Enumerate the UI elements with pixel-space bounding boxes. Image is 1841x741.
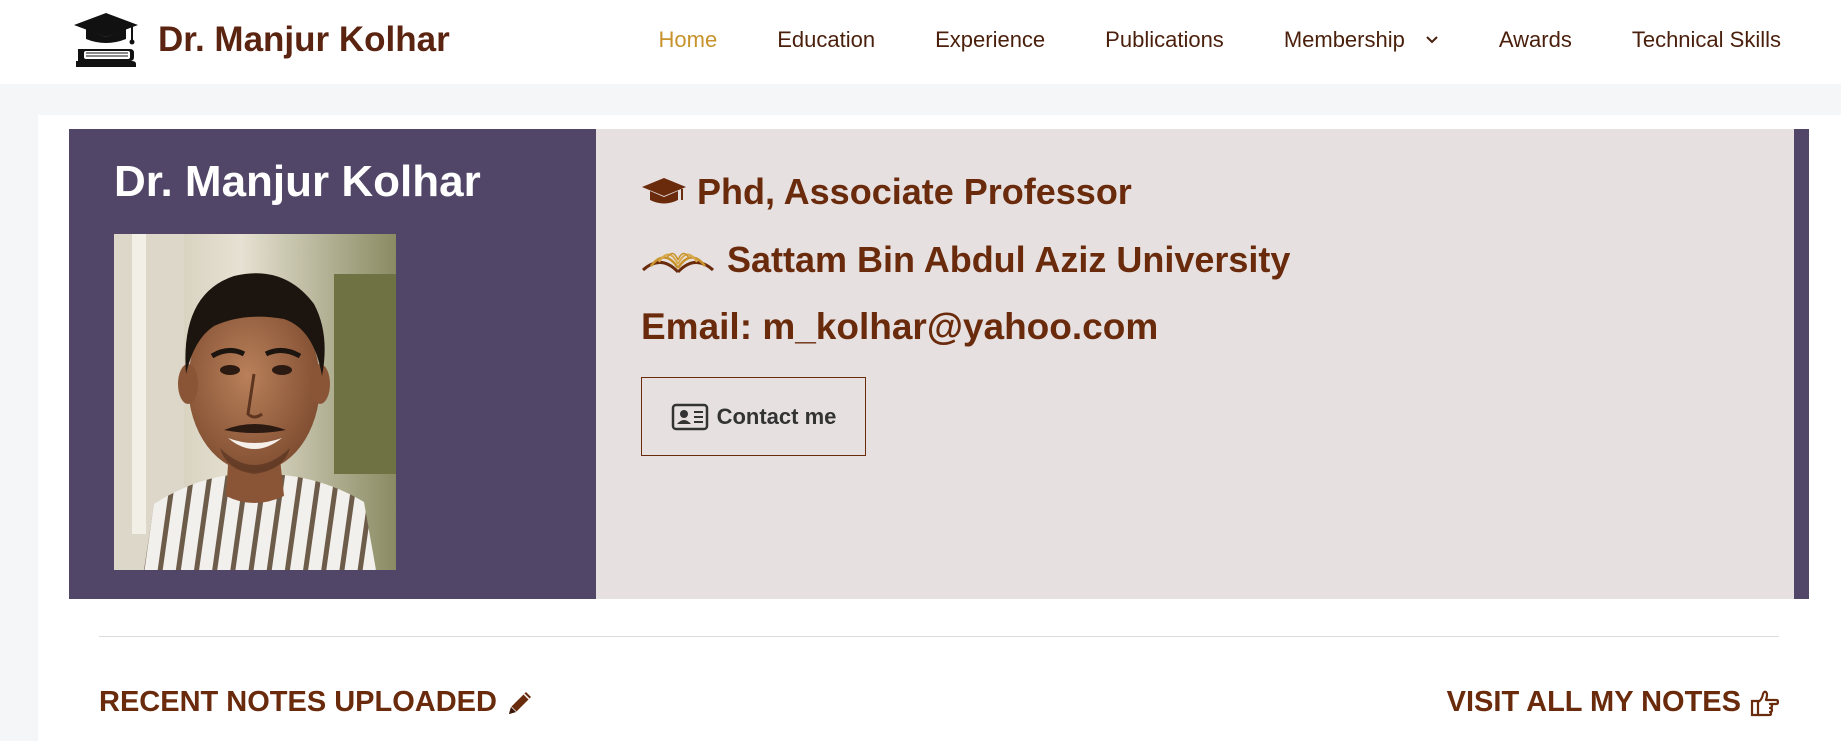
- graduation-cap-books-icon: [74, 13, 138, 67]
- nav-home[interactable]: Home: [659, 27, 718, 53]
- university-text: Sattam Bin Abdul Aziz University: [727, 239, 1291, 280]
- visit-all-notes-link[interactable]: VISIT ALL MY NOTES: [1447, 686, 1779, 719]
- email-line[interactable]: Email: m_kolhar@yahoo.com: [641, 306, 1158, 348]
- degree-line: Phd, Associate Professor: [641, 171, 1132, 213]
- recent-notes-label: RECENT NOTES UPLOADED: [99, 686, 497, 718]
- nav-education-label: Education: [777, 27, 876, 52]
- site-header: Dr. Manjur Kolhar Home Education Experie…: [0, 0, 1841, 84]
- hand-pointer-icon: [1750, 690, 1779, 716]
- nav-publications[interactable]: Publications: [1105, 27, 1224, 53]
- nav-awards[interactable]: Awards: [1499, 27, 1572, 53]
- hero-section: Dr. Manjur Kolhar Phd, Associate Profess…: [69, 129, 1809, 599]
- open-book-icon: [642, 252, 714, 274]
- nav-membership-label: Membership: [1283, 27, 1405, 52]
- nav-home-label: Home: [658, 27, 718, 52]
- nav-experience-label: Experience: [935, 27, 1046, 52]
- contact-me-label: Contact me: [716, 403, 837, 429]
- section-divider: [99, 636, 1779, 637]
- chevron-down-icon[interactable]: [1425, 35, 1439, 45]
- university-line: Sattam Bin Abdul Aziz University: [641, 239, 1290, 281]
- nav-education[interactable]: Education: [777, 27, 875, 53]
- nav-awards-label: Awards: [1498, 27, 1572, 52]
- nav-technical-skills[interactable]: Technical Skills: [1632, 27, 1781, 53]
- nav-publications-label: Publications: [1105, 27, 1224, 52]
- hero-name: Dr. Manjur Kolhar: [114, 157, 481, 206]
- nav-technical-skills-label: Technical Skills: [1631, 27, 1781, 52]
- main-nav: Home Education Experience Publications M…: [659, 0, 1781, 80]
- brand-name: Dr. Manjur Kolhar: [158, 20, 450, 59]
- contact-me-button[interactable]: Contact me: [641, 377, 866, 456]
- brand-link[interactable]: Dr. Manjur Kolhar: [72, 10, 450, 70]
- degree-text: Phd, Associate Professor: [697, 171, 1132, 212]
- id-card-icon: [671, 403, 708, 430]
- nav-membership[interactable]: Membership: [1284, 27, 1439, 53]
- nav-experience[interactable]: Experience: [935, 27, 1045, 53]
- email-text: Email: m_kolhar@yahoo.com: [641, 306, 1159, 347]
- visit-all-notes-label: VISIT ALL MY NOTES: [1446, 686, 1741, 718]
- graduation-cap-icon: [642, 178, 686, 204]
- profile-photo: [114, 234, 396, 570]
- hero-profile-panel: Dr. Manjur Kolhar: [69, 129, 596, 599]
- pencil-icon: [508, 691, 531, 714]
- recent-notes-heading: RECENT NOTES UPLOADED: [99, 686, 535, 719]
